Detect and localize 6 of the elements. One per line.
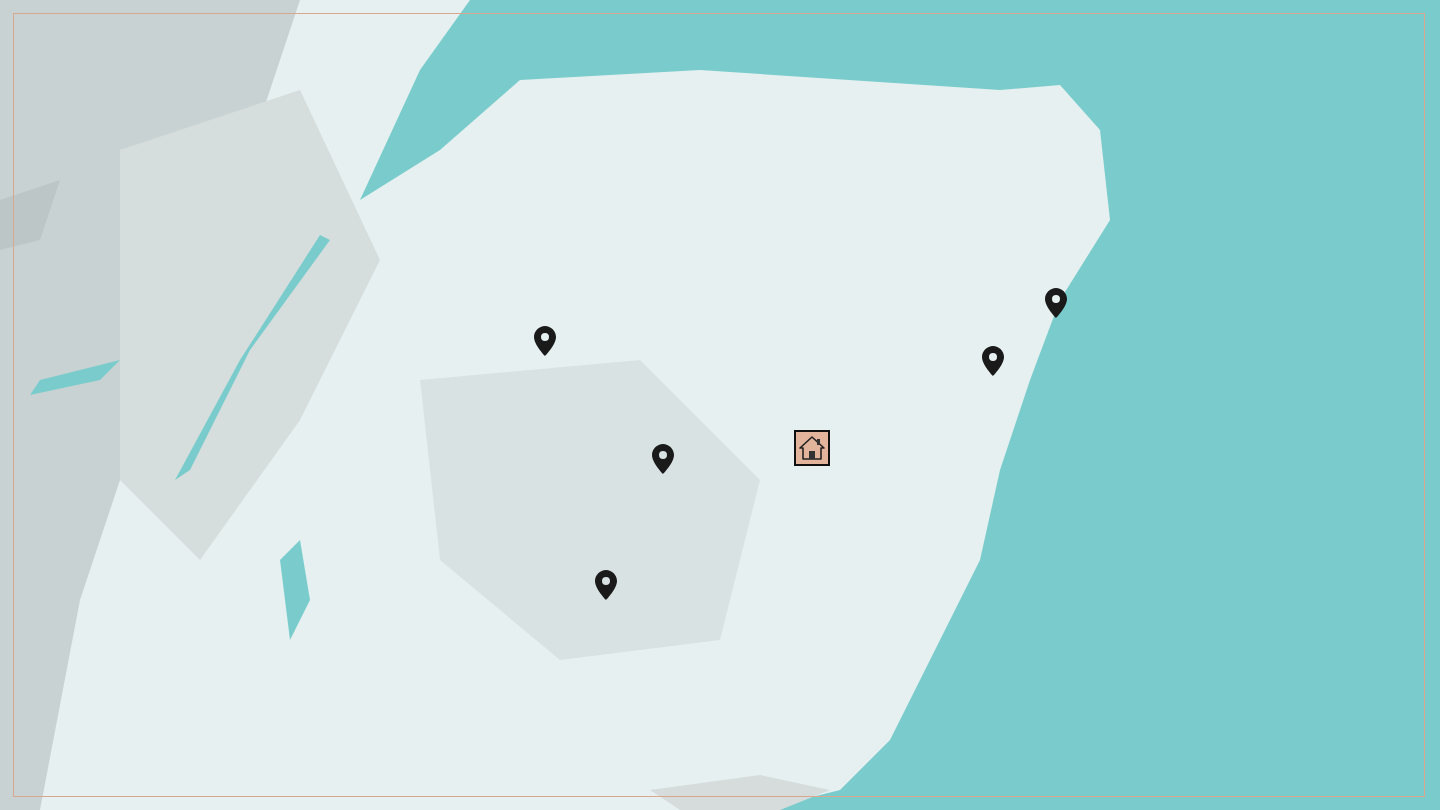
- map-pin-icon[interactable]: [595, 570, 617, 600]
- map-pin-icon[interactable]: [534, 326, 556, 356]
- map-pin-icon[interactable]: [652, 444, 674, 474]
- map-pin-icon[interactable]: [982, 346, 1004, 376]
- house-icon[interactable]: [794, 430, 830, 466]
- map-pin-icon[interactable]: [1045, 288, 1067, 318]
